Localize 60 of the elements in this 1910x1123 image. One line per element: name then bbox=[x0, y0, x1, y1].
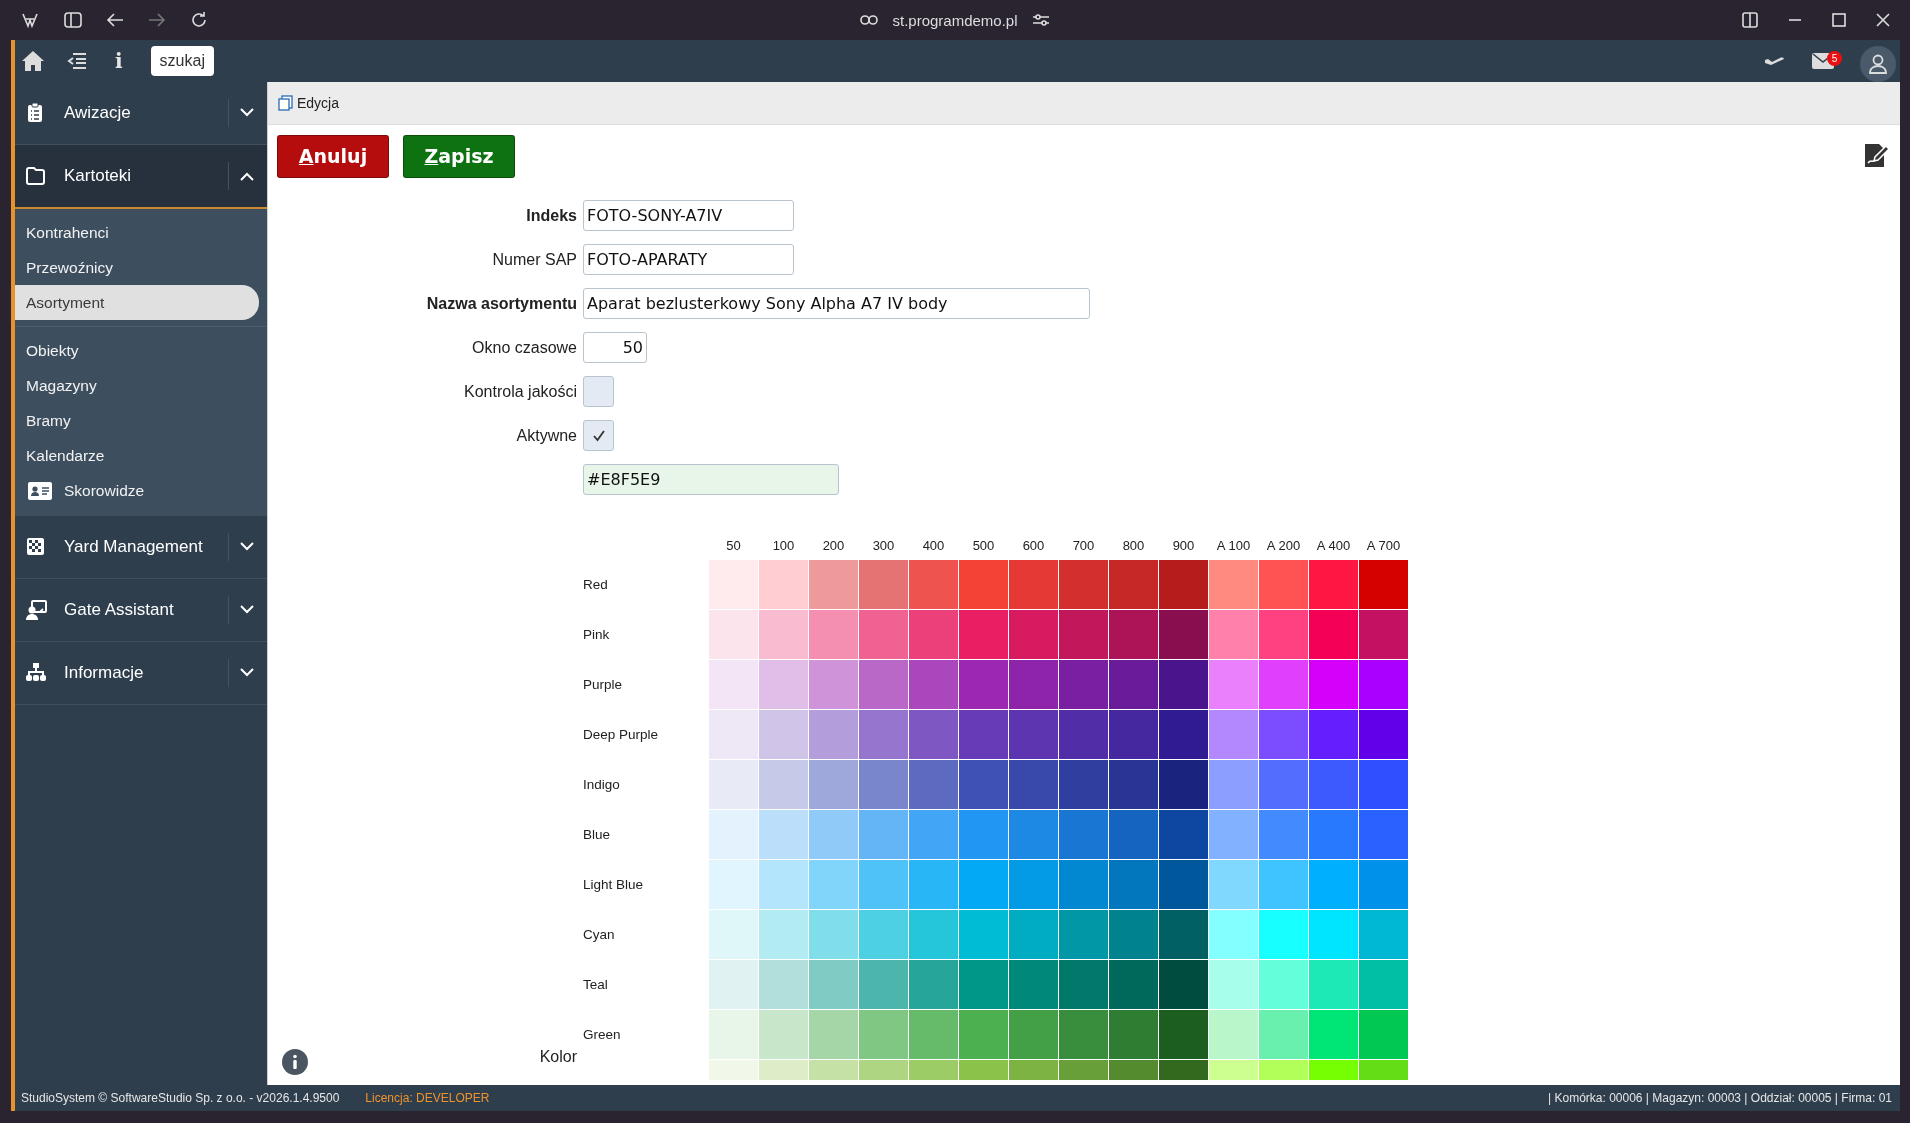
field-label: Numer SAP bbox=[491, 250, 577, 269]
copyright-text: StudioSystem © SoftwareStudio Sp. z o.o. - v2026.1.4.9500 bbox=[21, 1091, 340, 1105]
field-label: Aktywne bbox=[515, 426, 577, 445]
sidebar-item[interactable]: Bramy bbox=[15, 403, 259, 438]
column-header: 400 bbox=[921, 537, 946, 553]
field-label: Indeks bbox=[525, 206, 577, 225]
sidebar-item[interactable]: Magazyny bbox=[15, 368, 259, 403]
column-header: A 700 bbox=[1365, 537, 1402, 553]
row-label: Purple bbox=[583, 677, 624, 692]
sidebar-item[interactable]: Obiekty bbox=[15, 333, 259, 368]
column-header: 300 bbox=[871, 537, 896, 553]
input-field[interactable]: FOTO-SONY-A7IV bbox=[583, 200, 794, 231]
row-label: Pink bbox=[583, 627, 611, 642]
sidebar-section-label: Yard Management bbox=[64, 537, 204, 557]
notification-badge: 5 bbox=[1827, 51, 1842, 66]
column-header: A 400 bbox=[1315, 537, 1352, 553]
license-text: Licencja: DEVELOPER bbox=[365, 1091, 490, 1105]
sidebar-section-label: Informacje bbox=[64, 663, 145, 683]
sidebar-section-label: Awizacje bbox=[64, 103, 132, 123]
sidebar-section-label: Kartoteki bbox=[64, 166, 133, 186]
input-field[interactable]: 50 bbox=[583, 332, 647, 363]
status-info: | Komórka: 00006 | Magazyn: 00003 | Oddział: 00005 | Firma: 01 bbox=[1548, 1091, 1892, 1105]
row-label: Indigo bbox=[583, 777, 621, 792]
row-label: Green bbox=[583, 1027, 622, 1042]
column-header: 100 bbox=[771, 537, 796, 553]
sidebar-item[interactable]: Przewoźnicy bbox=[15, 250, 259, 285]
column-header: 700 bbox=[1071, 537, 1096, 553]
search-button[interactable]: szukaj bbox=[150, 46, 214, 76]
column-header: 600 bbox=[1021, 537, 1046, 553]
column-header: 900 bbox=[1171, 537, 1196, 553]
sidebar-item[interactable]: Kontrahenci bbox=[15, 215, 259, 250]
cancel-button[interactable]: Anuluj bbox=[277, 134, 389, 178]
field-label: Okno czasowe bbox=[471, 338, 577, 357]
breadcrumb-label: Edycja bbox=[297, 95, 340, 111]
column-header: A 100 bbox=[1215, 537, 1252, 553]
sidebar-section-label: Gate Assistant bbox=[64, 600, 175, 620]
row-label: Cyan bbox=[583, 927, 616, 942]
sidebar-item[interactable]: Kalendarze bbox=[15, 438, 259, 473]
column-header: 200 bbox=[821, 537, 846, 553]
row-label: Teal bbox=[583, 977, 609, 992]
row-label: Blue bbox=[583, 827, 612, 842]
field-label: Kontrola jakości bbox=[463, 382, 577, 401]
color-field[interactable]: #E8F5E9 bbox=[583, 464, 839, 495]
sidebar-item[interactable]: Skorowidze bbox=[15, 473, 259, 508]
column-header: A 200 bbox=[1265, 537, 1302, 553]
row-label: Light Blue bbox=[583, 877, 645, 892]
row-label: Red bbox=[583, 577, 609, 592]
sidebar-section-header[interactable]: Kartoteki bbox=[15, 145, 267, 209]
sidebar-item[interactable]: Asortyment bbox=[15, 285, 259, 320]
field-label: Nazwa asortymentu bbox=[425, 294, 577, 313]
column-header: 50 bbox=[725, 537, 742, 553]
column-header: 500 bbox=[971, 537, 996, 553]
row-label: Deep Purple bbox=[583, 727, 660, 742]
field-label: Kolor bbox=[539, 1048, 577, 1065]
address-bar-url[interactable]: st.programdemo.pl bbox=[892, 11, 1018, 29]
column-header: 800 bbox=[1121, 537, 1146, 553]
save-button[interactable]: Zapisz bbox=[403, 134, 515, 178]
info-button[interactable]: i bbox=[109, 49, 129, 73]
input-field[interactable]: FOTO-APARATY bbox=[583, 244, 794, 275]
input-field[interactable]: Aparat bezlusterkowy Sony Alpha A7 IV body bbox=[583, 288, 1090, 319]
